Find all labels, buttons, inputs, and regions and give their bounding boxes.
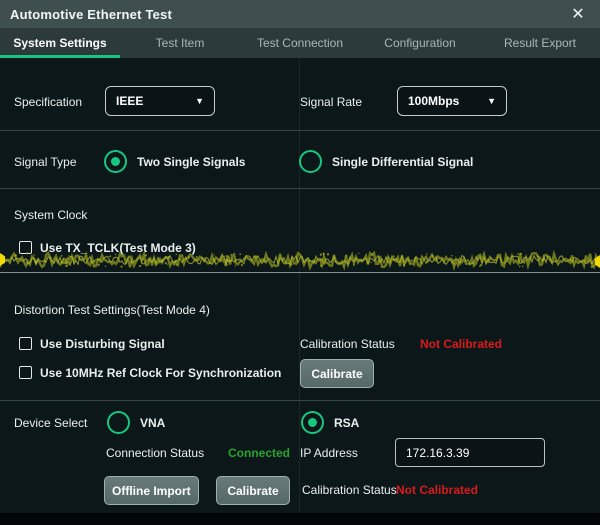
background-waveform [0,247,600,272]
device-calibrate-button[interactable]: Calibrate [216,476,290,505]
radio-single-differential-signal-label: Single Differential Signal [332,155,473,169]
tab-label: Result Export [504,36,576,50]
distortion-calibrate-button[interactable]: Calibrate [300,359,374,388]
section-divider [0,400,600,401]
specification-value: IEEE [116,94,143,108]
use-disturbing-signal-checkbox[interactable] [19,337,32,350]
radio-vna-label: VNA [140,416,165,430]
tab-system-settings[interactable]: System Settings [0,28,120,58]
radio-two-single-signals-label: Two Single Signals [137,155,245,169]
device-calibration-status-label: Calibration Status [302,483,397,497]
connection-status-value: Connected [228,446,290,460]
system-clock-title: System Clock [14,208,87,222]
specification-label: Specification [14,95,82,109]
distortion-calibration-status-label: Calibration Status [300,337,395,351]
tab-label: Test Item [156,36,205,50]
distortion-calibration-status-value: Not Calibrated [420,337,502,351]
dialog-title: Automotive Ethernet Test [0,7,172,22]
tab-test-item[interactable]: Test Item [120,28,240,58]
title-bar: Automotive Ethernet Test ✕ [0,0,600,28]
section-divider [0,188,600,189]
close-button[interactable]: ✕ [564,0,592,28]
tab-configuration[interactable]: Configuration [360,28,480,58]
signal-type-label: Signal Type [14,155,77,169]
specification-dropdown[interactable]: IEEE ▼ [105,86,215,116]
use-10mhz-ref-clock-checkbox[interactable] [19,366,32,379]
ip-address-label: IP Address [300,446,358,460]
device-calibration-status-value: Not Calibrated [396,483,478,497]
button-label: Offline Import [112,484,191,498]
radio-two-single-signals[interactable] [104,150,127,173]
offline-import-button[interactable]: Offline Import [104,476,199,505]
automotive-ethernet-test-dialog: Automotive Ethernet Test ✕ System Settin… [0,0,600,525]
radio-rsa[interactable] [301,411,324,434]
radio-vna[interactable] [107,411,130,434]
radio-rsa-label: RSA [334,416,359,430]
use-disturbing-signal-label: Use Disturbing Signal [40,337,165,351]
graticule-edge-line [0,272,600,273]
device-select-label: Device Select [14,416,87,430]
radio-single-differential-signal[interactable] [299,150,322,173]
tab-label: System Settings [13,36,106,50]
chevron-down-icon: ▼ [195,96,204,106]
active-tab-underline [0,55,120,58]
distortion-settings-title: Distortion Test Settings(Test Mode 4) [14,303,210,317]
signal-rate-label: Signal Rate [300,95,362,109]
tab-label: Configuration [384,36,455,50]
button-label: Calibrate [311,367,362,381]
signal-rate-value: 100Mbps [408,94,459,108]
tab-label: Test Connection [257,36,343,50]
chevron-down-icon: ▼ [487,96,496,106]
section-divider [0,130,600,131]
close-icon: ✕ [571,4,584,24]
ip-address-input[interactable] [395,438,545,467]
button-label: Calibrate [227,484,278,498]
graticule-center-line [299,58,300,512]
tab-bar: System Settings Test Item Test Connectio… [0,28,600,58]
tab-result-export[interactable]: Result Export [480,28,600,58]
tab-test-connection[interactable]: Test Connection [240,28,360,58]
signal-rate-dropdown[interactable]: 100Mbps ▼ [397,86,507,116]
connection-status-label: Connection Status [106,446,204,460]
use-10mhz-ref-clock-label: Use 10MHz Ref Clock For Synchronization [40,366,281,380]
